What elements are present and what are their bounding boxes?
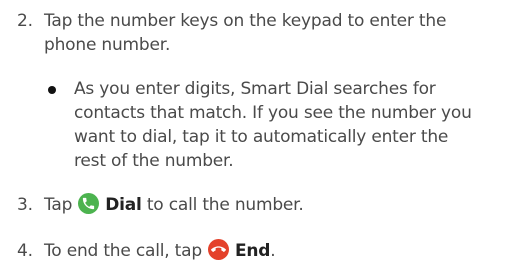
end-call-icon — [207, 239, 229, 260]
step-suffix: . — [270, 241, 276, 261]
step-text: Tap Dial to call the number. — [44, 193, 504, 217]
bullet-text-line: rest of the number. — [74, 151, 234, 171]
step-number: 2. — [17, 11, 33, 31]
step-number: 3. — [17, 195, 33, 215]
bullet-text-line: contacts that match. If you see the numb… — [74, 103, 472, 123]
step-text-line: Tap Dial to call the number. — [44, 193, 504, 217]
step-text: Tap the number keys on the keypad to ent… — [44, 9, 504, 57]
step-text-line: To end the call, tap End. — [44, 239, 504, 263]
bullet-dot-icon — [48, 86, 56, 94]
bullet-text: As you enter digits, Smart Dial searches… — [74, 77, 511, 173]
instructions-document: 2. Tap the number keys on the keypad to … — [0, 0, 511, 276]
phone-call-icon — [78, 193, 100, 214]
step-prefix: To end the call, tap — [44, 241, 202, 261]
bullet-text-line: want to dial, tap it to automatically en… — [74, 127, 449, 147]
step-text-line: Tap the number keys on the keypad to ent… — [44, 11, 447, 31]
bullet-text-line: As you enter digits, Smart Dial searches… — [74, 79, 436, 99]
step-text-line: phone number. — [44, 35, 171, 55]
end-label: End — [234, 241, 271, 261]
step-text: To end the call, tap End. — [44, 239, 504, 263]
step-number: 4. — [17, 241, 33, 261]
dial-label: Dial — [105, 195, 142, 215]
step-prefix: Tap — [44, 195, 73, 215]
step-suffix: to call the number. — [141, 195, 304, 215]
